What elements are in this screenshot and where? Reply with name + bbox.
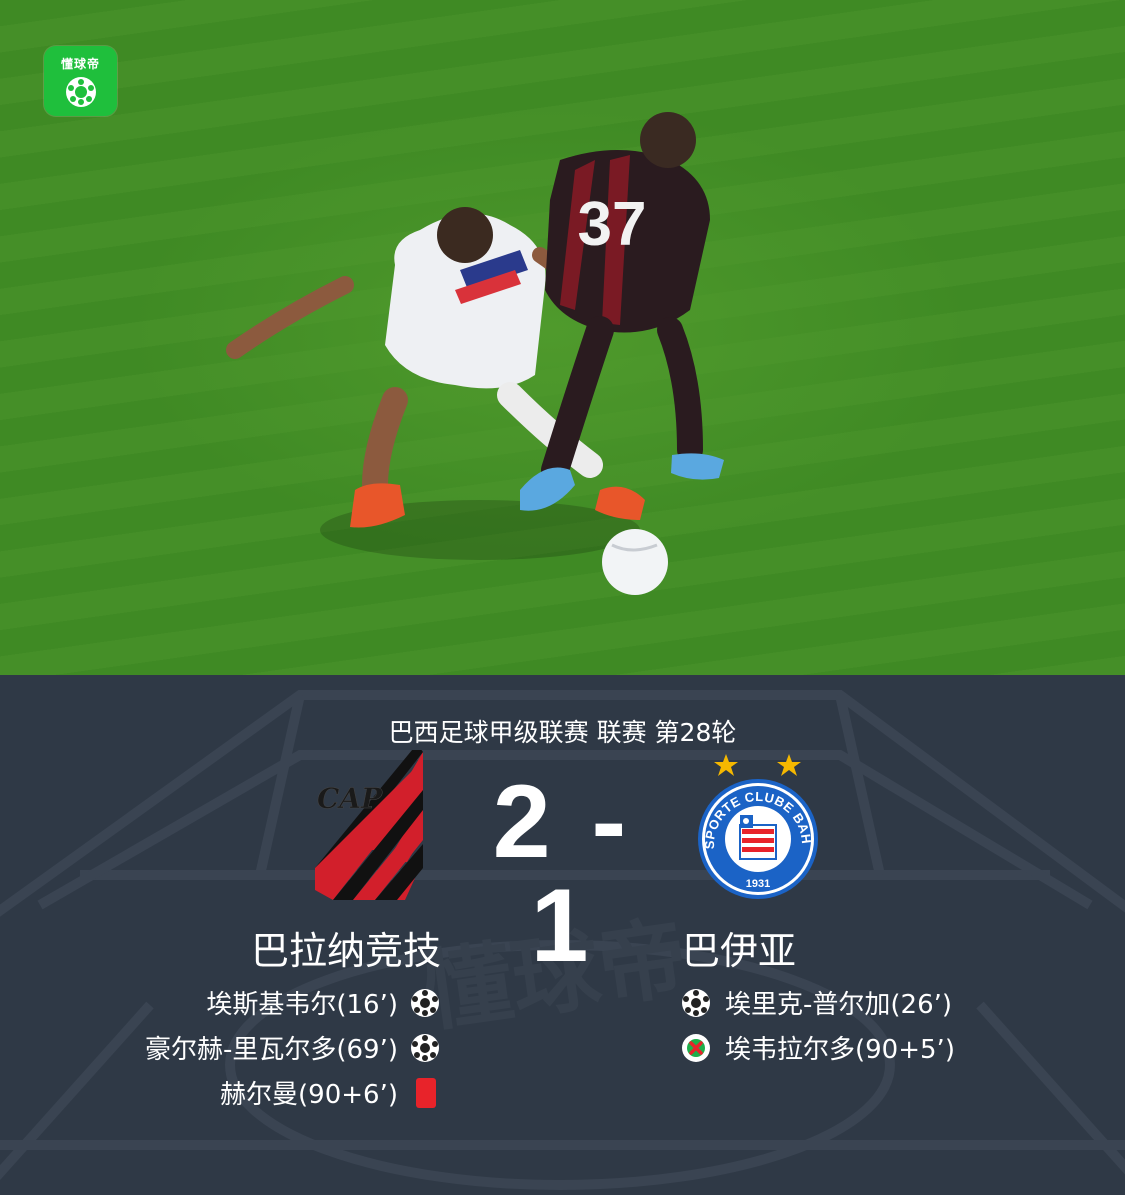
away-events-list: 埃里克-普尔加(26’) 埃韦拉尔多(90+5’) xyxy=(681,980,955,1070)
red-card-icon xyxy=(416,1077,436,1108)
goal-ball-icon xyxy=(681,988,711,1018)
score-separator: - xyxy=(591,764,633,880)
event-text: 豪尔赫-里瓦尔多(69’) xyxy=(144,1035,398,1065)
app-logo-ball-icon xyxy=(66,77,96,107)
player-red-illustration: 37 xyxy=(520,112,724,511)
home-score: 2 xyxy=(492,764,557,880)
away-event-goal: 埃里克-普尔加(26’) xyxy=(681,980,955,1025)
event-text: 埃斯基韦尔(16’) xyxy=(206,990,398,1020)
away-score: 1 xyxy=(530,868,595,984)
football-illustration xyxy=(602,529,668,595)
away-team-crest: ESPORTE CLUBE BAHIA 1931 xyxy=(694,749,818,899)
svg-text:1931: 1931 xyxy=(746,878,770,890)
event-text: 埃里克-普尔加(26’) xyxy=(725,990,953,1020)
event-text: 埃韦拉尔多(90+5’) xyxy=(725,1035,955,1065)
home-team-crest: CAP xyxy=(315,750,423,900)
event-text: 赫尔曼(90+6’) xyxy=(220,1080,398,1110)
star-icon xyxy=(714,754,738,776)
home-event-goal: 埃斯基韦尔(16’) xyxy=(145,980,440,1025)
home-event-red-card: 赫尔曼(90+6’) xyxy=(145,1070,440,1115)
app-logo: 懂球帝 xyxy=(44,46,117,116)
match-photo-illustration: 37 xyxy=(226,112,724,595)
star-icon xyxy=(777,754,801,776)
goal-ball-icon xyxy=(410,1033,440,1063)
home-event-goal: 豪尔赫-里瓦尔多(69’) xyxy=(145,1025,440,1070)
jersey-number: 37 xyxy=(578,190,647,259)
score-display: 2 - 1 xyxy=(470,770,655,978)
away-event-own-goal: 埃韦拉尔多(90+5’) xyxy=(681,1025,955,1070)
own-goal-icon xyxy=(681,1033,711,1063)
match-photo: 37 懂球帝 xyxy=(0,0,1125,675)
home-team-name: 巴拉纳竞技 xyxy=(250,929,441,973)
goal-ball-icon xyxy=(410,988,440,1018)
scoreboard: 懂球帝 巴西足球甲级联赛 联赛 第28轮 CAP 2 - 1 ESPORTE C… xyxy=(0,675,1125,1195)
svg-text:CAP: CAP xyxy=(317,782,383,815)
competition-title: 巴西足球甲级联赛 联赛 第28轮 xyxy=(388,718,737,747)
home-events-list: 埃斯基韦尔(16’) 豪尔赫-里瓦尔多(69’) 赫尔曼(90+6’) xyxy=(145,980,440,1115)
app-logo-text: 懂球帝 xyxy=(60,57,100,71)
away-team-name: 巴伊亚 xyxy=(682,929,797,973)
